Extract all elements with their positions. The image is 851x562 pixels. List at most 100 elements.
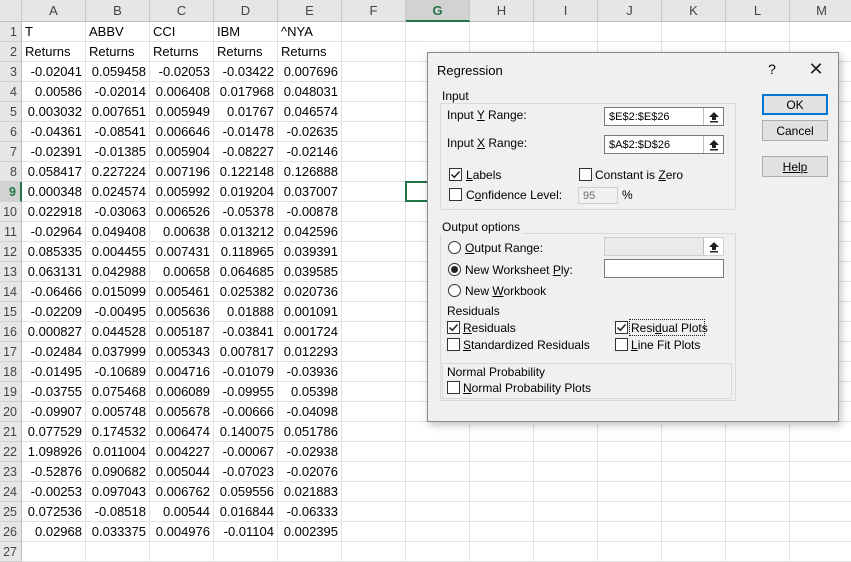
cell-l27[interactable] bbox=[726, 542, 790, 562]
column-header-c[interactable]: C bbox=[150, 0, 214, 22]
cell-a17[interactable]: -0.02484 bbox=[22, 342, 86, 362]
cell-b15[interactable]: -0.00495 bbox=[86, 302, 150, 322]
cell-a9[interactable]: 0.000348 bbox=[22, 182, 86, 202]
row-header-1[interactable]: 1 bbox=[0, 22, 22, 42]
row-header-26[interactable]: 26 bbox=[0, 522, 22, 542]
new-worksheet-radio[interactable] bbox=[448, 263, 461, 276]
cell-b10[interactable]: -0.03063 bbox=[86, 202, 150, 222]
cell-m24[interactable] bbox=[790, 482, 851, 502]
row-header-14[interactable]: 14 bbox=[0, 282, 22, 302]
cell-h1[interactable] bbox=[470, 22, 534, 42]
cell-b1[interactable]: ABBV bbox=[86, 22, 150, 42]
cell-a16[interactable]: 0.000827 bbox=[22, 322, 86, 342]
select-all-corner[interactable] bbox=[0, 0, 22, 22]
residuals-checkbox[interactable] bbox=[447, 321, 460, 334]
row-header-20[interactable]: 20 bbox=[0, 402, 22, 422]
cell-m25[interactable] bbox=[790, 502, 851, 522]
cell-e23[interactable]: -0.02076 bbox=[278, 462, 342, 482]
cell-d17[interactable]: 0.007817 bbox=[214, 342, 278, 362]
row-header-19[interactable]: 19 bbox=[0, 382, 22, 402]
cell-c12[interactable]: 0.007431 bbox=[150, 242, 214, 262]
cell-b13[interactable]: 0.042988 bbox=[86, 262, 150, 282]
cell-i1[interactable] bbox=[534, 22, 598, 42]
cell-d15[interactable]: 0.01888 bbox=[214, 302, 278, 322]
cell-b4[interactable]: -0.02014 bbox=[86, 82, 150, 102]
cell-f3[interactable] bbox=[342, 62, 406, 82]
cell-b21[interactable]: 0.174532 bbox=[86, 422, 150, 442]
cell-e8[interactable]: 0.126888 bbox=[278, 162, 342, 182]
cell-m21[interactable] bbox=[790, 422, 851, 442]
cell-a20[interactable]: -0.09907 bbox=[22, 402, 86, 422]
cell-a24[interactable]: -0.00253 bbox=[22, 482, 86, 502]
cell-m27[interactable] bbox=[790, 542, 851, 562]
cell-j1[interactable] bbox=[598, 22, 662, 42]
cell-a21[interactable]: 0.077529 bbox=[22, 422, 86, 442]
cell-f27[interactable] bbox=[342, 542, 406, 562]
cell-l26[interactable] bbox=[726, 522, 790, 542]
cell-f8[interactable] bbox=[342, 162, 406, 182]
cell-i25[interactable] bbox=[534, 502, 598, 522]
cell-f24[interactable] bbox=[342, 482, 406, 502]
cell-c14[interactable]: 0.005461 bbox=[150, 282, 214, 302]
cell-b8[interactable]: 0.227224 bbox=[86, 162, 150, 182]
cell-d21[interactable]: 0.140075 bbox=[214, 422, 278, 442]
cell-f23[interactable] bbox=[342, 462, 406, 482]
row-header-15[interactable]: 15 bbox=[0, 302, 22, 322]
cell-j22[interactable] bbox=[598, 442, 662, 462]
cell-e4[interactable]: 0.048031 bbox=[278, 82, 342, 102]
row-header-12[interactable]: 12 bbox=[0, 242, 22, 262]
cell-m26[interactable] bbox=[790, 522, 851, 542]
cell-e15[interactable]: 0.001091 bbox=[278, 302, 342, 322]
cell-e25[interactable]: -0.06333 bbox=[278, 502, 342, 522]
cell-j27[interactable] bbox=[598, 542, 662, 562]
cell-a7[interactable]: -0.02391 bbox=[22, 142, 86, 162]
cell-a10[interactable]: 0.022918 bbox=[22, 202, 86, 222]
cell-d11[interactable]: 0.013212 bbox=[214, 222, 278, 242]
cell-d24[interactable]: 0.059556 bbox=[214, 482, 278, 502]
cell-g23[interactable] bbox=[406, 462, 470, 482]
cell-c22[interactable]: 0.004227 bbox=[150, 442, 214, 462]
cell-a26[interactable]: 0.02968 bbox=[22, 522, 86, 542]
cell-c13[interactable]: 0.00658 bbox=[150, 262, 214, 282]
row-header-10[interactable]: 10 bbox=[0, 202, 22, 222]
cell-e1[interactable]: ^NYA bbox=[278, 22, 342, 42]
help-icon[interactable]: ? bbox=[764, 61, 780, 77]
cell-l24[interactable] bbox=[726, 482, 790, 502]
cell-d9[interactable]: 0.019204 bbox=[214, 182, 278, 202]
column-header-j[interactable]: J bbox=[598, 0, 662, 22]
cell-e2[interactable]: Returns bbox=[278, 42, 342, 62]
cell-d18[interactable]: -0.01079 bbox=[214, 362, 278, 382]
cell-d7[interactable]: -0.08227 bbox=[214, 142, 278, 162]
cell-i22[interactable] bbox=[534, 442, 598, 462]
row-header-7[interactable]: 7 bbox=[0, 142, 22, 162]
cell-d22[interactable]: -0.00067 bbox=[214, 442, 278, 462]
row-header-22[interactable]: 22 bbox=[0, 442, 22, 462]
cell-h26[interactable] bbox=[470, 522, 534, 542]
residual-plots-checkbox[interactable] bbox=[615, 321, 628, 334]
cell-e19[interactable]: 0.05398 bbox=[278, 382, 342, 402]
column-header-l[interactable]: L bbox=[726, 0, 790, 22]
cell-f20[interactable] bbox=[342, 402, 406, 422]
output-range-radio[interactable] bbox=[448, 241, 461, 254]
cell-e9[interactable]: 0.037007 bbox=[278, 182, 342, 202]
cell-g24[interactable] bbox=[406, 482, 470, 502]
cell-g26[interactable] bbox=[406, 522, 470, 542]
cell-h25[interactable] bbox=[470, 502, 534, 522]
cell-f5[interactable] bbox=[342, 102, 406, 122]
cell-k27[interactable] bbox=[662, 542, 726, 562]
cell-m22[interactable] bbox=[790, 442, 851, 462]
column-header-d[interactable]: D bbox=[214, 0, 278, 22]
row-header-5[interactable]: 5 bbox=[0, 102, 22, 122]
cell-i23[interactable] bbox=[534, 462, 598, 482]
cell-e27[interactable] bbox=[278, 542, 342, 562]
cell-h27[interactable] bbox=[470, 542, 534, 562]
cell-f15[interactable] bbox=[342, 302, 406, 322]
cell-b14[interactable]: 0.015099 bbox=[86, 282, 150, 302]
cell-a23[interactable]: -0.52876 bbox=[22, 462, 86, 482]
collapse-range-icon[interactable] bbox=[703, 108, 723, 125]
cell-g25[interactable] bbox=[406, 502, 470, 522]
cell-h24[interactable] bbox=[470, 482, 534, 502]
cell-f25[interactable] bbox=[342, 502, 406, 522]
cell-a22[interactable]: 1.098926 bbox=[22, 442, 86, 462]
column-header-m[interactable]: M bbox=[790, 0, 851, 22]
